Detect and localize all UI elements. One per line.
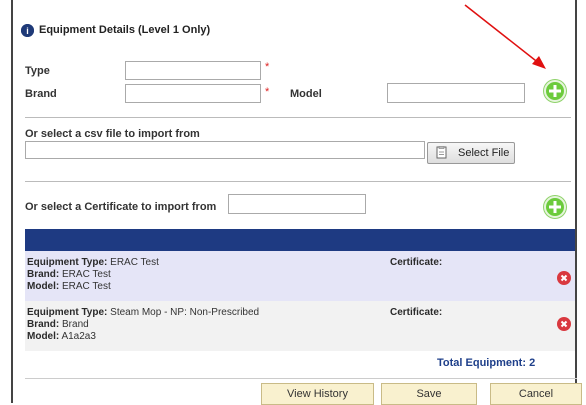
x-circle-icon [560, 274, 568, 282]
brand-line: Brand: Brand [27, 319, 89, 330]
model-input[interactable] [387, 83, 525, 103]
plus-circle-icon [549, 85, 561, 97]
total-equipment: Total Equipment: 2 [437, 357, 536, 369]
type-required-mark: * [265, 61, 270, 73]
equipment-type-line: Equipment Type: Steam Mop - NP: Non-Pres… [27, 307, 260, 318]
list-item: Equipment Type: ERAC Test Brand: ERAC Te… [25, 251, 575, 301]
dialog-border-left [11, 0, 13, 403]
certificate-line: Certificate: [390, 307, 443, 318]
view-history-button[interactable]: View History [261, 383, 374, 405]
svg-text:i: i [26, 26, 29, 36]
dialog-title: Equipment Details (Level 1 Only) [39, 24, 211, 36]
certificate-input[interactable] [228, 194, 366, 214]
select-file-label: Select File [458, 147, 510, 159]
file-icon [436, 146, 447, 159]
brand-line: Brand: ERAC Test [27, 269, 111, 280]
equipment-list-header [25, 229, 575, 251]
model-line: Model: A1a2a3 [27, 331, 96, 342]
brand-input[interactable] [125, 84, 261, 103]
delete-button[interactable] [557, 271, 571, 285]
csv-file-input[interactable] [25, 141, 425, 159]
type-input[interactable] [125, 61, 261, 80]
plus-circle-icon [549, 201, 561, 213]
delete-button[interactable] [557, 317, 571, 331]
add-certificate-button[interactable] [544, 196, 566, 218]
divider [25, 117, 571, 118]
cancel-button[interactable]: Cancel [490, 383, 582, 405]
type-label: Type [25, 65, 50, 77]
info-circle-icon: i [21, 24, 34, 37]
dialog-border-right [575, 0, 577, 403]
add-equipment-button[interactable] [544, 80, 566, 102]
certificate-import-label: Or select a Certificate to import from [25, 201, 217, 213]
arrow-icon [464, 4, 546, 69]
certificate-line: Certificate: [390, 257, 443, 268]
equipment-type-line: Equipment Type: ERAC Test [27, 257, 159, 268]
model-line: Model: ERAC Test [27, 281, 111, 292]
list-item: Equipment Type: Steam Mop - NP: Non-Pres… [25, 301, 575, 351]
model-label: Model [290, 88, 322, 100]
divider [25, 181, 571, 182]
brand-label: Brand [25, 88, 57, 100]
select-file-button[interactable]: Select File [427, 142, 515, 164]
footer-divider [25, 378, 577, 379]
brand-required-mark: * [265, 86, 270, 98]
x-circle-icon [560, 320, 568, 328]
csv-import-label: Or select a csv file to import from [25, 128, 200, 140]
save-button[interactable]: Save [381, 383, 477, 405]
